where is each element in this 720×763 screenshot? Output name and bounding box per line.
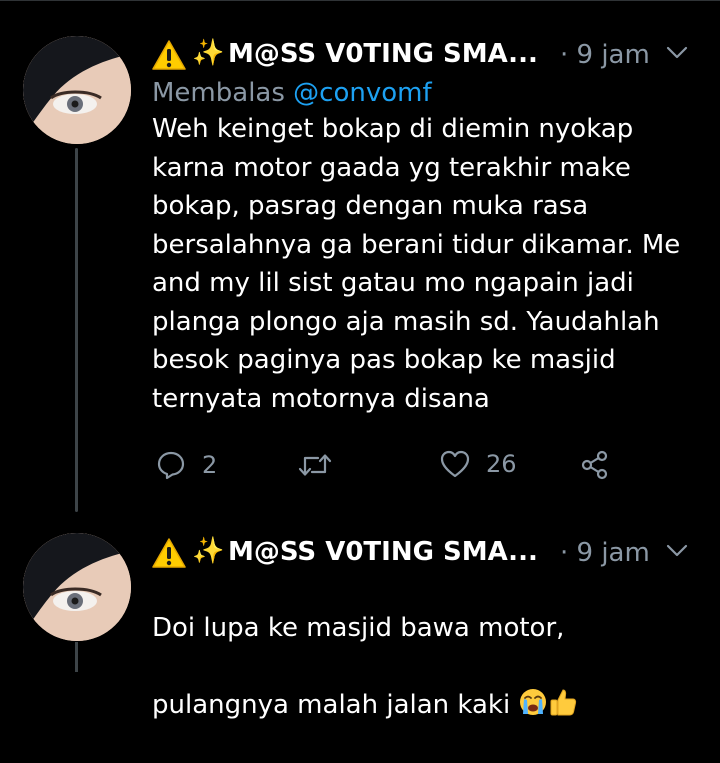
tweet-text-fragment: pulangnya malah jalan kaki: [152, 689, 519, 720]
tweet-header: ✨ M@SS V0TING SMA... · 9 jam: [152, 36, 720, 76]
thread-connector-line-bottom: [75, 642, 78, 672]
thumbs-up-emoji: [550, 688, 577, 715]
tweet-actions: 2 26: [152, 450, 672, 490]
share-button[interactable]: [580, 450, 610, 480]
display-name[interactable]: M@SS V0TING SMA...: [228, 38, 538, 70]
avatar-image: [23, 36, 131, 144]
chevron-down-icon[interactable]: [666, 46, 688, 60]
sparkles-icon: ✨: [192, 536, 225, 566]
tweet[interactable]: ✨ M@SS V0TING SMA... · 9 jam Membalas @c…: [152, 36, 720, 418]
warning-icon: [152, 40, 186, 70]
top-divider: [0, 0, 720, 1]
reply-count: 2: [202, 451, 218, 479]
timestamp[interactable]: · 9 jam: [560, 538, 650, 568]
thread-connector-line: [75, 148, 78, 512]
display-name[interactable]: M@SS V0TING SMA...: [228, 536, 538, 568]
like-count: 26: [486, 450, 517, 478]
tweet[interactable]: ✨ M@SS V0TING SMA... · 9 jam Doi lupa ke…: [152, 534, 720, 763]
avatar-image: [23, 533, 131, 641]
retweet-button[interactable]: [298, 450, 348, 480]
heart-icon: [440, 450, 470, 478]
replying-handle-link[interactable]: @convomf: [293, 78, 431, 108]
tweet-header: ✨ M@SS V0TING SMA... · 9 jam: [152, 534, 720, 574]
replying-prefix: Membalas: [152, 78, 294, 108]
tweet-text-line: Doi lupa ke masjid bawa motor,: [152, 612, 565, 643]
replying-to: Membalas @convomf: [152, 76, 720, 110]
loudly-crying-face-emoji: [520, 688, 547, 715]
tweet-text-line: pulangnya malah jalan kaki: [152, 686, 712, 725]
tweet-text: Weh keinget bokap di diemin nyokap karna…: [152, 114, 681, 414]
sparkles-icon: ✨: [192, 38, 225, 68]
reply-button[interactable]: 2: [156, 450, 217, 480]
retweet-icon: [298, 454, 332, 476]
chevron-down-icon[interactable]: [666, 544, 688, 558]
reply-icon: [157, 451, 185, 480]
avatar[interactable]: [23, 533, 131, 641]
share-icon: [581, 450, 608, 480]
like-button[interactable]: 26: [440, 450, 517, 478]
warning-icon: [152, 538, 186, 568]
timestamp[interactable]: · 9 jam: [560, 40, 650, 70]
tweet-text: Doi lupa ke masjid bawa motor, pulangnya…: [152, 570, 712, 763]
avatar[interactable]: [23, 36, 131, 144]
